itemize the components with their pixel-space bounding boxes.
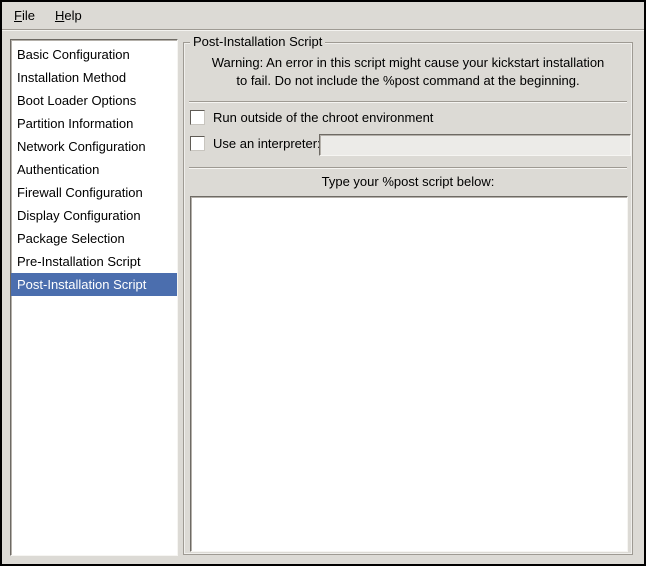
warning-text: Warning: An error in this script might c… bbox=[184, 54, 632, 90]
sidebar-item-basic-configuration[interactable]: Basic Configuration bbox=[11, 43, 177, 66]
menu-help[interactable]: Help bbox=[45, 3, 92, 28]
sidebar-item-partition-information[interactable]: Partition Information bbox=[11, 112, 177, 135]
menu-help-rest: elp bbox=[64, 8, 81, 23]
menu-file[interactable]: File bbox=[4, 3, 45, 28]
sidebar-item-installation-method[interactable]: Installation Method bbox=[11, 66, 177, 89]
post-installation-script-frame: Post-Installation Script Warning: An err… bbox=[183, 42, 633, 555]
separator bbox=[189, 101, 627, 103]
warning-line-1: Warning: An error in this script might c… bbox=[184, 54, 632, 72]
sidebar-item-display-configuration[interactable]: Display Configuration bbox=[11, 204, 177, 227]
sidebar-item-boot-loader-options[interactable]: Boot Loader Options bbox=[11, 89, 177, 112]
run-outside-chroot-checkbox[interactable] bbox=[190, 110, 205, 125]
sidebar-item-network-configuration[interactable]: Network Configuration bbox=[11, 135, 177, 158]
menubar: File Help bbox=[2, 2, 644, 30]
use-interpreter-checkbox[interactable] bbox=[190, 136, 205, 151]
interpreter-checkbox-row: Use an interpreter: bbox=[190, 135, 321, 152]
separator bbox=[189, 167, 627, 169]
chroot-checkbox-row: Run outside of the chroot environment bbox=[190, 109, 433, 126]
menu-file-accel: F bbox=[14, 8, 22, 23]
sidebar-item-firewall-configuration[interactable]: Firewall Configuration bbox=[11, 181, 177, 204]
sidebar-item-post-installation-script[interactable]: Post-Installation Script bbox=[11, 273, 177, 296]
sidebar-item-package-selection[interactable]: Package Selection bbox=[11, 227, 177, 250]
section-list: Basic Configuration Installation Method … bbox=[10, 39, 178, 556]
interpreter-input[interactable] bbox=[319, 134, 631, 156]
post-script-textarea[interactable] bbox=[190, 196, 628, 552]
sidebar-item-authentication[interactable]: Authentication bbox=[11, 158, 177, 181]
sidebar-item-pre-installation-script[interactable]: Pre-Installation Script bbox=[11, 250, 177, 273]
use-interpreter-label[interactable]: Use an interpreter: bbox=[213, 136, 321, 151]
script-label: Type your %post script below: bbox=[184, 174, 632, 189]
frame-title: Post-Installation Script bbox=[190, 34, 325, 50]
menu-file-rest: ile bbox=[22, 8, 35, 23]
warning-line-2: to fail. Do not include the %post comman… bbox=[184, 72, 632, 90]
run-outside-chroot-label[interactable]: Run outside of the chroot environment bbox=[213, 110, 433, 125]
kickstart-configurator-window: File Help Basic Configuration Installati… bbox=[0, 0, 646, 566]
menu-help-accel: H bbox=[55, 8, 64, 23]
